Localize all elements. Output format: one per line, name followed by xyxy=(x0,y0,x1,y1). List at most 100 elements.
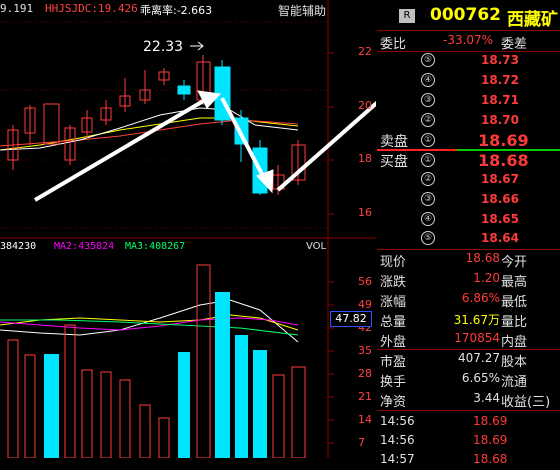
price-axis-label: 18 xyxy=(358,152,372,165)
level-badge: ① xyxy=(421,153,435,167)
tick-row: 14:56 18.69 xyxy=(377,433,560,451)
quote-label: 涨跌 xyxy=(380,275,407,290)
level-badge: ④ xyxy=(421,212,435,226)
quote-label: 今开 xyxy=(501,255,528,270)
current-volume-box: 47.82 xyxy=(330,311,372,327)
vol-axis-label: 56 xyxy=(358,275,372,288)
vol-axis-label: 21 xyxy=(358,390,372,403)
quote-label: 外盘 xyxy=(380,335,407,350)
sell-level-5[interactable]: ⑤ 18.73 xyxy=(377,53,560,71)
tick-row: 14:57 18.68 xyxy=(377,452,560,470)
sell-level-3[interactable]: ③ 18.71 xyxy=(377,93,560,111)
quote-row: 现价 18.68 今开 xyxy=(377,251,560,270)
vol-axis-label: 28 xyxy=(358,367,372,380)
buy-price: 18.67 xyxy=(481,172,519,186)
finance-label: 换手 xyxy=(380,375,407,390)
kline-chart-area[interactable]: 9.191 HHJSJDC:19.426 乖离率:-2.663 智能辅助 22.… xyxy=(0,0,376,458)
price-axis-label: 16 xyxy=(358,206,372,219)
volume-bar xyxy=(100,371,112,458)
candle xyxy=(177,85,191,95)
vol-axis-label: 7 xyxy=(358,436,365,449)
level-badge: ③ xyxy=(421,93,435,107)
sell-price: 18.69 xyxy=(478,131,529,150)
annotation-arrows xyxy=(33,90,376,202)
buy-label: 买盘 xyxy=(380,154,408,170)
quote-label: 内盘 xyxy=(501,335,528,350)
r-badge: R xyxy=(399,9,415,23)
sell-level-4[interactable]: ④ 18.72 xyxy=(377,73,560,91)
vol-axis-label: 35 xyxy=(358,344,372,357)
buy-level-4[interactable]: ④ 18.65 xyxy=(377,212,560,230)
quote-row: 涨幅 6.86% 最低 xyxy=(377,291,560,310)
volume-bar xyxy=(158,417,170,458)
volume-bar xyxy=(24,354,36,458)
tick-time: 14:56 xyxy=(380,433,415,447)
buy-level-1[interactable]: 买盘 ① 18.68 xyxy=(377,151,560,171)
level-badge: ⑤ xyxy=(421,231,435,245)
quote-label: 量比 xyxy=(501,315,528,330)
volume-bar xyxy=(215,292,230,458)
weibi-value: -33.07% xyxy=(443,33,494,47)
price-axis-label: 20 xyxy=(358,99,372,112)
level-badge: ② xyxy=(421,172,435,186)
sell-price: 18.72 xyxy=(481,73,519,87)
volume-bar xyxy=(235,335,248,458)
vol-ma2-label: MA2:435824 xyxy=(54,241,115,252)
kline-svg xyxy=(0,0,376,458)
buy-price: 18.66 xyxy=(481,192,519,206)
quote-panel: R 000762 西藏矿 委比 -33.07% 委差 ⑤ 18.73 ④ 18.… xyxy=(377,0,560,466)
vol-ma3-label: MA3:408267 xyxy=(125,241,186,252)
level-badge: ② xyxy=(421,113,435,127)
sell-label: 卖盘 xyxy=(380,134,408,150)
sell-price: 18.70 xyxy=(481,113,519,127)
buy-level-3[interactable]: ③ 18.66 xyxy=(377,192,560,210)
volume-bar xyxy=(119,379,131,458)
quote-row: 总量 31.67万 量比 xyxy=(377,311,560,330)
vol-ma-yellow xyxy=(0,314,299,331)
sell-price: 18.73 xyxy=(481,53,519,67)
quote-value: 18.68 xyxy=(465,251,500,265)
tick-price: 18.69 xyxy=(473,414,508,428)
volume-bar xyxy=(81,369,93,458)
price-axis-label: 22 xyxy=(358,45,372,58)
volume-bar xyxy=(44,354,59,458)
stock-name: 西藏矿 xyxy=(507,10,558,30)
quote-label: 总量 xyxy=(380,315,407,330)
volume-bars xyxy=(7,264,306,458)
tick-price: 18.69 xyxy=(473,433,508,447)
level-badge: ④ xyxy=(421,73,435,87)
volume-bar xyxy=(7,339,19,458)
volume-bar xyxy=(291,366,306,458)
buy-level-5[interactable]: ⑤ 18.64 xyxy=(377,231,560,249)
quote-row: 涨跌 1.20 最高 xyxy=(377,271,560,290)
buy-price: 18.68 xyxy=(478,151,529,170)
buy-level-2[interactable]: ② 18.67 xyxy=(377,172,560,190)
vol-axis-label: 14 xyxy=(358,413,372,426)
volume-bar xyxy=(272,374,285,458)
quote-label: 现价 xyxy=(380,255,407,270)
sell-level-2[interactable]: ② 18.70 xyxy=(377,113,560,131)
quote-label: 最高 xyxy=(501,275,528,290)
buy-price: 18.64 xyxy=(481,231,519,245)
finance-value: 407.27 xyxy=(458,351,500,365)
volume-bar xyxy=(196,264,211,458)
peak-price-label: 22.33 xyxy=(143,39,184,55)
tick-price: 18.68 xyxy=(473,452,508,466)
tick-time: 14:57 xyxy=(380,452,415,466)
vol-ma1-label: 384230 xyxy=(0,241,37,252)
weibi-label: 委比 xyxy=(380,37,407,52)
quote-value: 31.67万 xyxy=(453,313,500,327)
finance-row: 换手 6.65% 流通 xyxy=(377,371,560,390)
finance-label: 净资 xyxy=(380,395,407,410)
finance-value: 3.44 xyxy=(473,391,500,405)
weicha-label: 委差 xyxy=(501,37,528,52)
finance-label: 流通 xyxy=(501,375,528,390)
finance-label: 收益(三) xyxy=(501,395,551,410)
candle xyxy=(43,103,60,145)
sell-level-1[interactable]: 卖盘 ① 18.69 xyxy=(377,131,560,151)
stock-code: 000762 xyxy=(430,5,501,25)
quote-value: 6.86% xyxy=(461,291,500,305)
finance-row: 市盈 407.27 股本 xyxy=(377,351,560,370)
vol-axis-label: 49 xyxy=(358,298,372,311)
quote-label: 涨幅 xyxy=(380,295,407,310)
